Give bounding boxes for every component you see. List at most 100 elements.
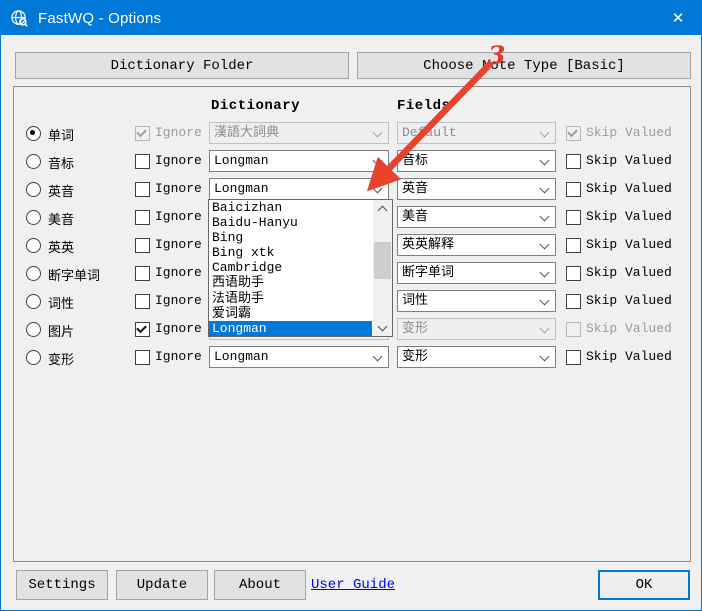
user-guide-link[interactable]: User Guide xyxy=(311,577,395,593)
fields-combobox[interactable]: 英音 xyxy=(397,178,556,200)
globe-search-icon xyxy=(10,9,29,28)
ignore-checkbox[interactable] xyxy=(135,322,150,337)
chevron-down-icon xyxy=(540,295,550,305)
dictionary-folder-button[interactable]: Dictionary Folder xyxy=(15,52,349,79)
row-radio[interactable] xyxy=(26,238,41,253)
skip-valued-label[interactable]: Skip Valued xyxy=(586,209,672,224)
skip-valued-checkbox[interactable] xyxy=(566,266,581,281)
row-radio-label[interactable]: 美音 xyxy=(48,209,74,228)
skip-valued-checkbox xyxy=(566,126,581,141)
row-radio[interactable] xyxy=(26,126,41,141)
ignore-checkbox[interactable] xyxy=(135,210,150,225)
skip-valued-checkbox xyxy=(566,322,581,337)
ignore-checkbox[interactable] xyxy=(135,238,150,253)
row-radio-label[interactable]: 变形 xyxy=(48,349,74,368)
close-button[interactable]: ✕ xyxy=(655,1,701,35)
fields-column-header: Fields xyxy=(397,98,450,114)
chevron-down-icon xyxy=(373,351,383,361)
ignore-checkbox[interactable] xyxy=(135,182,150,197)
dictionary-dropdown-list: BaicizhanBaidu-HanyuBingBing xtkCambridg… xyxy=(208,199,393,337)
skip-valued-checkbox[interactable] xyxy=(566,350,581,365)
dropdown-scrollbar[interactable] xyxy=(373,200,392,336)
dropdown-item[interactable]: 爱词霸 xyxy=(209,306,372,321)
ok-button[interactable]: OK xyxy=(598,570,690,600)
row-radio[interactable] xyxy=(26,350,41,365)
ignore-checkbox[interactable] xyxy=(135,154,150,169)
ignore-label[interactable]: Ignore xyxy=(155,181,202,196)
skip-valued-label[interactable]: Skip Valued xyxy=(586,265,672,280)
option-row: 音标 Ignore Longman 音标 Skip Valued xyxy=(1,147,701,175)
fields-combobox[interactable]: 变形 xyxy=(397,346,556,368)
fields-combobox: 变形 xyxy=(397,318,556,340)
chevron-down-icon xyxy=(540,155,550,165)
row-radio[interactable] xyxy=(26,154,41,169)
ignore-checkbox[interactable] xyxy=(135,266,150,281)
skip-valued-checkbox[interactable] xyxy=(566,182,581,197)
skip-valued-label[interactable]: Skip Valued xyxy=(586,181,672,196)
titlebar[interactable]: FastWQ - Options ✕ xyxy=(1,1,701,35)
ignore-label[interactable]: Ignore xyxy=(155,293,202,308)
fields-combobox[interactable]: 美音 xyxy=(397,206,556,228)
dropdown-items: BaicizhanBaidu-HanyuBingBing xtkCambridg… xyxy=(209,200,392,336)
chevron-down-icon xyxy=(540,127,550,137)
skip-valued-label[interactable]: Skip Valued xyxy=(586,293,672,308)
dropdown-item[interactable]: Bing xyxy=(209,230,372,245)
dropdown-item[interactable]: 法语助手 xyxy=(209,291,372,306)
dropdown-item[interactable]: Longman xyxy=(209,321,372,336)
row-radio[interactable] xyxy=(26,266,41,281)
row-radio-label[interactable]: 词性 xyxy=(48,293,74,312)
row-radio[interactable] xyxy=(26,182,41,197)
dropdown-item[interactable]: Cambridge xyxy=(209,260,372,275)
dropdown-item[interactable]: Baicizhan xyxy=(209,200,372,215)
fields-combobox[interactable]: 英英解释 xyxy=(397,234,556,256)
ignore-label[interactable]: Ignore xyxy=(155,209,202,224)
skip-valued-checkbox[interactable] xyxy=(566,238,581,253)
ignore-checkbox[interactable] xyxy=(135,294,150,309)
scroll-up-icon[interactable] xyxy=(373,200,392,217)
fields-combobox[interactable]: 断字单词 xyxy=(397,262,556,284)
row-radio-label[interactable]: 音标 xyxy=(48,153,74,172)
skip-valued-checkbox[interactable] xyxy=(566,210,581,225)
skip-valued-label[interactable]: Skip Valued xyxy=(586,237,672,252)
row-radio-label[interactable]: 英音 xyxy=(48,181,74,200)
option-row: 变形 Ignore Longman 变形 Skip Valued xyxy=(1,343,701,371)
chevron-down-icon xyxy=(540,183,550,193)
ignore-checkbox xyxy=(135,126,150,141)
ignore-label[interactable]: Ignore xyxy=(155,321,202,336)
dictionary-combobox[interactable]: Longman xyxy=(209,178,389,200)
skip-valued-label: Skip Valued xyxy=(586,125,672,140)
scroll-down-icon[interactable] xyxy=(373,319,392,336)
fields-combobox: Default xyxy=(397,122,556,144)
row-radio-label[interactable]: 图片 xyxy=(48,321,74,340)
row-radio[interactable] xyxy=(26,210,41,225)
update-button[interactable]: Update xyxy=(116,570,208,600)
dropdown-item[interactable]: Baidu-Hanyu xyxy=(209,215,372,230)
fields-combobox[interactable]: 词性 xyxy=(397,290,556,312)
ignore-label[interactable]: Ignore xyxy=(155,153,202,168)
dictionary-combobox[interactable]: Longman xyxy=(209,346,389,368)
row-radio-label[interactable]: 单词 xyxy=(48,125,74,144)
skip-valued-checkbox[interactable] xyxy=(566,154,581,169)
ignore-label[interactable]: Ignore xyxy=(155,237,202,252)
settings-button[interactable]: Settings xyxy=(16,570,108,600)
ignore-label[interactable]: Ignore xyxy=(155,265,202,280)
ignore-checkbox[interactable] xyxy=(135,350,150,365)
skip-valued-checkbox[interactable] xyxy=(566,294,581,309)
row-radio-label[interactable]: 断字单词 xyxy=(48,265,100,284)
skip-valued-label[interactable]: Skip Valued xyxy=(586,153,672,168)
dropdown-item[interactable]: Bing xtk xyxy=(209,245,372,260)
about-button[interactable]: About xyxy=(214,570,306,600)
options-dialog: FastWQ - Options ✕ Dictionary Folder Cho… xyxy=(0,0,702,611)
scrollbar-thumb[interactable] xyxy=(374,242,391,279)
dropdown-item[interactable]: 西语助手 xyxy=(209,275,372,290)
annotation-step-number: 3 xyxy=(488,41,505,70)
choose-note-type-button[interactable]: Choose Note Type [Basic] xyxy=(357,52,691,79)
fields-combobox[interactable]: 音标 xyxy=(397,150,556,172)
dictionary-combobox[interactable]: Longman xyxy=(209,150,389,172)
row-radio[interactable] xyxy=(26,322,41,337)
skip-valued-label[interactable]: Skip Valued xyxy=(586,349,672,364)
ignore-label: Ignore xyxy=(155,125,202,140)
row-radio-label[interactable]: 英英 xyxy=(48,237,74,256)
ignore-label[interactable]: Ignore xyxy=(155,349,202,364)
row-radio[interactable] xyxy=(26,294,41,309)
